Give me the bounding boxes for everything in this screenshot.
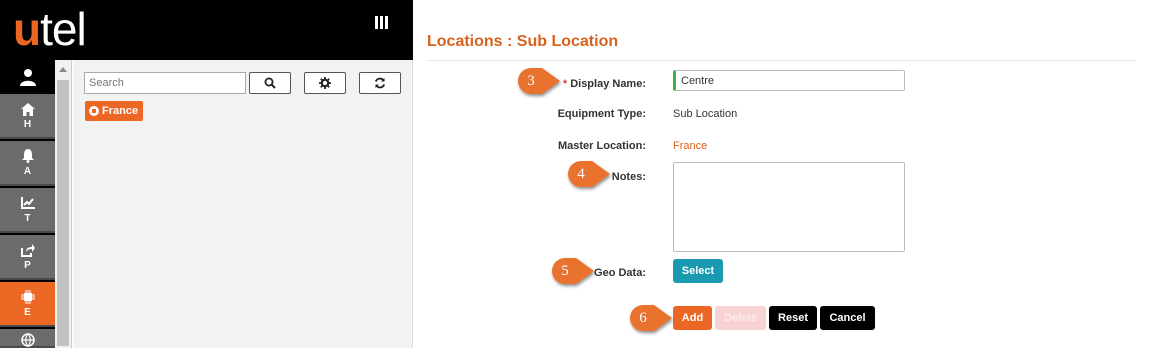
nav-item-globe[interactable] — [0, 329, 55, 348]
nav-item-home[interactable]: H — [0, 94, 55, 139]
nav-item-publish[interactable]: P — [0, 235, 55, 280]
callout-number: 3 — [527, 73, 535, 89]
display-name-input[interactable] — [673, 70, 905, 91]
add-button[interactable]: Add — [673, 306, 712, 330]
cancel-button[interactable]: Cancel — [820, 306, 875, 330]
refresh-icon — [374, 77, 386, 89]
master-location-label: Master Location: — [557, 140, 646, 152]
gear-icon — [319, 77, 331, 89]
nav-item-trends[interactable]: T — [0, 188, 55, 233]
tree-search-input[interactable] — [84, 72, 246, 94]
trend-chart-icon — [20, 195, 36, 211]
location-node-icon — [89, 106, 99, 116]
bell-icon — [20, 148, 36, 164]
tree-node-france[interactable]: France — [85, 101, 144, 121]
search-icon — [264, 77, 276, 89]
nav-item-alarms[interactable]: A — [0, 141, 55, 186]
search-button[interactable] — [249, 72, 291, 94]
reset-button[interactable]: Reset — [769, 306, 817, 330]
equipment-type-value: Sub Location — [673, 108, 738, 120]
callout-number: 4 — [577, 166, 585, 182]
utel-logo: utel — [13, 3, 87, 55]
callout-number: 6 — [639, 310, 647, 326]
callout-number: 5 — [561, 263, 569, 279]
equipment-type-label: Equipment Type: — [557, 108, 646, 120]
app-window: utel H A T P E Search France Locations:… — [0, 0, 1149, 348]
menu-toggle-icon[interactable] — [375, 16, 389, 30]
display-name-label: * Display Name: — [562, 78, 646, 90]
scrollbar-thumb[interactable] — [57, 80, 69, 346]
nav-item-equipment[interactable]: E — [0, 282, 55, 327]
globe-icon — [20, 333, 36, 347]
home-icon — [20, 101, 36, 117]
share-icon — [20, 242, 36, 258]
header-bar: utel — [0, 0, 413, 60]
nav-label: H — [23, 119, 32, 130]
title-divider — [427, 60, 1136, 61]
side-nav: H A T P E — [0, 60, 55, 348]
nav-label: P — [24, 260, 31, 271]
chip-icon — [20, 289, 36, 305]
page-title: Locations : Sub Location — [427, 33, 619, 50]
notes-textarea[interactable] — [673, 162, 905, 252]
master-location-link[interactable]: France — [673, 140, 707, 152]
nav-scrollbar[interactable] — [55, 60, 72, 348]
nav-label: E — [24, 307, 31, 318]
refresh-button[interactable] — [359, 72, 401, 94]
user-icon[interactable] — [0, 60, 55, 94]
geo-select-button[interactable]: Select — [673, 259, 723, 283]
nav-label: A — [23, 166, 32, 177]
settings-button[interactable] — [304, 72, 346, 94]
delete-button[interactable]: Delete — [715, 306, 766, 330]
nav-label: T — [24, 213, 31, 224]
required-marker: * — [562, 78, 568, 90]
scroll-up-arrow-icon[interactable] — [59, 67, 67, 72]
tree-node-label: France — [102, 105, 139, 117]
location-tree-panel: France — [73, 60, 413, 348]
